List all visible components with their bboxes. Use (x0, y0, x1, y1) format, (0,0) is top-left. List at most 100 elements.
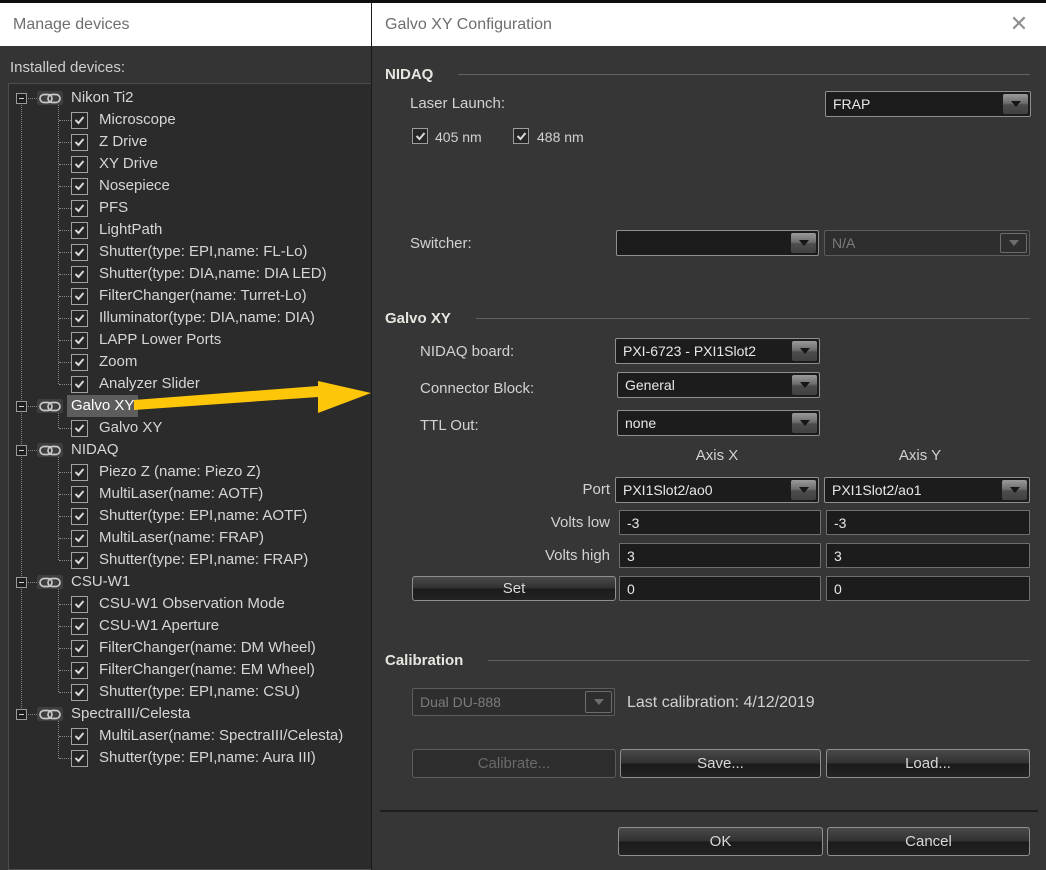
volts-low-x-input[interactable] (619, 510, 821, 535)
device-checkbox[interactable] (71, 222, 88, 239)
device-checkbox[interactable] (71, 750, 88, 767)
device-checkbox[interactable] (71, 178, 88, 195)
tree-child-item[interactable]: MultiLaser(name: SpectraIII/Celesta) (9, 725, 371, 747)
device-checkbox[interactable] (71, 332, 88, 349)
device-checkbox[interactable] (71, 354, 88, 371)
tree-root-item[interactable]: Nikon Ti2 (9, 87, 371, 109)
collapse-minus-icon[interactable] (16, 577, 27, 588)
tree-child-item[interactable]: FilterChanger(name: EM Wheel) (9, 659, 371, 681)
tree-child-item[interactable]: Zoom (9, 351, 371, 373)
collapse-minus-icon[interactable] (16, 401, 27, 412)
laser-launch-dropdown[interactable]: FRAP (825, 91, 1031, 117)
device-checkbox[interactable] (71, 464, 88, 481)
volts-low-y-input[interactable] (826, 510, 1030, 535)
installed-devices-label: Installed devices: (10, 59, 125, 76)
device-checkbox[interactable] (71, 244, 88, 261)
tree-root-label[interactable]: Nikon Ti2 (67, 87, 138, 109)
connector-block-dropdown[interactable]: General (617, 372, 820, 398)
load-button[interactable]: Load... (826, 749, 1030, 778)
tree-child-item[interactable]: PFS (9, 197, 371, 219)
tree-child-item[interactable]: MultiLaser(name: AOTF) (9, 483, 371, 505)
cancel-button[interactable]: Cancel (827, 827, 1030, 856)
device-checkbox[interactable] (71, 156, 88, 173)
chevron-down-icon[interactable] (792, 413, 817, 433)
device-checkbox[interactable] (71, 420, 88, 437)
chevron-down-icon[interactable] (792, 341, 817, 361)
device-checkbox[interactable] (71, 596, 88, 613)
tree-child-label: Nosepiece (95, 175, 174, 197)
device-checkbox[interactable] (71, 530, 88, 547)
device-checkbox[interactable] (71, 640, 88, 657)
tree-child-item[interactable]: Shutter(type: EPI,name: CSU) (9, 681, 371, 703)
switcher-dropdown[interactable] (616, 230, 819, 256)
tree-child-item[interactable]: Shutter(type: EPI,name: AOTF) (9, 505, 371, 527)
tree-root-label[interactable]: SpectraIII/Celesta (67, 703, 194, 725)
tree-child-item[interactable]: Shutter(type: DIA,name: DIA LED) (9, 263, 371, 285)
chevron-down-icon[interactable] (1003, 94, 1028, 114)
device-checkbox[interactable] (71, 486, 88, 503)
ttl-out-dropdown[interactable]: none (617, 410, 820, 436)
port-x-dropdown[interactable]: PXI1Slot2/ao0 (615, 477, 819, 503)
device-checkbox[interactable] (71, 310, 88, 327)
tree-root-label[interactable]: Galvo XY (67, 395, 138, 417)
chevron-down-icon[interactable] (792, 375, 817, 395)
device-checkbox[interactable] (71, 112, 88, 129)
device-checkbox[interactable] (71, 728, 88, 745)
laser-488-checkbox[interactable] (513, 128, 529, 144)
device-checkbox[interactable] (71, 508, 88, 525)
laser-405-label: 405 nm (435, 129, 482, 145)
tree-child-item[interactable]: FilterChanger(name: Turret-Lo) (9, 285, 371, 307)
device-checkbox[interactable] (71, 376, 88, 393)
device-checkbox[interactable] (71, 266, 88, 283)
tree-child-label: Z Drive (95, 131, 151, 153)
tree-root-item[interactable]: SpectraIII/Celesta (9, 703, 371, 725)
tree-child-item[interactable]: Shutter(type: EPI,name: FRAP) (9, 549, 371, 571)
laser-405-checkbox[interactable] (412, 128, 428, 144)
collapse-minus-icon[interactable] (16, 445, 27, 456)
tree-child-item[interactable]: CSU-W1 Aperture (9, 615, 371, 637)
tree-root-item[interactable]: NIDAQ (9, 439, 371, 461)
set-button[interactable]: Set (412, 576, 616, 601)
tree-child-item[interactable]: Shutter(type: EPI,name: FL-Lo) (9, 241, 371, 263)
chevron-down-icon[interactable] (791, 480, 816, 500)
tree-child-item[interactable]: XY Drive (9, 153, 371, 175)
save-button[interactable]: Save... (620, 749, 821, 778)
tree-child-item[interactable]: LAPP Lower Ports (9, 329, 371, 351)
tree-child-item[interactable]: Analyzer Slider (9, 373, 371, 395)
close-icon[interactable]: ✕ (1006, 11, 1032, 37)
tree-child-item[interactable]: Piezo Z (name: Piezo Z) (9, 461, 371, 483)
device-checkbox[interactable] (71, 288, 88, 305)
chevron-down-icon[interactable] (1002, 480, 1027, 500)
collapse-minus-icon[interactable] (16, 709, 27, 720)
tree-root-label[interactable]: CSU-W1 (67, 571, 134, 593)
device-checkbox[interactable] (71, 200, 88, 217)
tree-child-item[interactable]: Nosepiece (9, 175, 371, 197)
device-checkbox[interactable] (71, 662, 88, 679)
chevron-down-icon[interactable] (791, 233, 816, 253)
tree-child-item[interactable]: Illuminator(type: DIA,name: DIA) (9, 307, 371, 329)
tree-child-item[interactable]: Galvo XY (9, 417, 371, 439)
tree-child-item[interactable]: Shutter(type: EPI,name: Aura III) (9, 747, 371, 769)
set-y-input[interactable] (826, 576, 1030, 601)
tree-child-item[interactable]: FilterChanger(name: DM Wheel) (9, 637, 371, 659)
volts-high-x-input[interactable] (619, 543, 821, 568)
nidaq-board-dropdown[interactable]: PXI-6723 - PXI1Slot2 (615, 338, 820, 364)
tree-child-item[interactable]: Microscope (9, 109, 371, 131)
collapse-minus-icon[interactable] (16, 93, 27, 104)
device-checkbox[interactable] (71, 618, 88, 635)
tree-root-label[interactable]: NIDAQ (67, 439, 123, 461)
tree-child-item[interactable]: MultiLaser(name: FRAP) (9, 527, 371, 549)
volts-high-y-input[interactable] (826, 543, 1030, 568)
port-y-dropdown[interactable]: PXI1Slot2/ao1 (824, 477, 1030, 503)
device-checkbox[interactable] (71, 134, 88, 151)
device-checkbox[interactable] (71, 552, 88, 569)
tree-root-item[interactable]: CSU-W1 (9, 571, 371, 593)
laser-launch-label: Laser Launch: (410, 95, 505, 112)
tree-child-item[interactable]: Z Drive (9, 131, 371, 153)
tree-child-item[interactable]: LightPath (9, 219, 371, 241)
ok-button[interactable]: OK (618, 827, 823, 856)
tree-child-item[interactable]: CSU-W1 Observation Mode (9, 593, 371, 615)
set-x-input[interactable] (619, 576, 821, 601)
tree-root-item[interactable]: Galvo XY (9, 395, 371, 417)
device-checkbox[interactable] (71, 684, 88, 701)
